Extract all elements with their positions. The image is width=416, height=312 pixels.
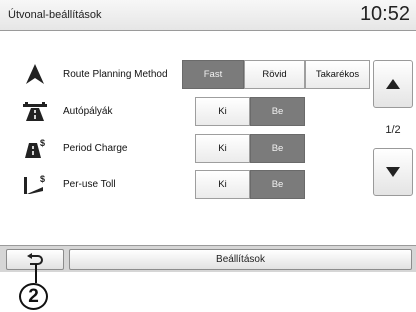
- option-label: Takarékos: [315, 69, 360, 80]
- option-label: Rövid: [262, 69, 287, 80]
- setting-label: Autópályák: [63, 106, 113, 117]
- option-be[interactable]: Be: [250, 134, 305, 163]
- option-label: Ki: [218, 179, 227, 190]
- svg-text:$: $: [40, 138, 45, 148]
- option-label: Ki: [218, 143, 227, 154]
- setting-row-route-planning: Route Planning Method Fast Rövid Takarék…: [0, 60, 370, 89]
- option-label: Fast: [203, 69, 223, 80]
- callout-number: 2: [19, 283, 48, 310]
- option-label: Ki: [218, 106, 227, 117]
- option-label: Be: [271, 143, 284, 154]
- route-arrow-icon: [22, 63, 48, 85]
- clock: 10:52: [359, 3, 410, 25]
- option-takarekos[interactable]: Takarékos: [305, 60, 370, 89]
- option-ki[interactable]: Ki: [195, 97, 250, 126]
- option-ki[interactable]: Ki: [195, 134, 250, 163]
- option-rovid[interactable]: Rövid: [244, 60, 305, 89]
- option-label: Be: [271, 106, 284, 117]
- settings-menu-button[interactable]: Beállítások: [69, 249, 412, 270]
- period-charge-icon: $: [22, 137, 48, 159]
- scroll-up-button[interactable]: [373, 60, 413, 108]
- setting-label: Per-use Toll: [63, 179, 116, 190]
- svg-text:$: $: [40, 174, 45, 184]
- setting-label: Route Planning Method: [63, 69, 168, 80]
- setting-label: Period Charge: [63, 143, 128, 154]
- option-be[interactable]: Be: [250, 170, 305, 199]
- option-be[interactable]: Be: [250, 97, 305, 126]
- motorway-icon: [22, 100, 48, 122]
- page-indicator: 1/2: [385, 124, 401, 136]
- bottom-bar: Beállítások: [0, 245, 416, 272]
- arrow-down-icon: [386, 167, 400, 177]
- page-title: Útvonal-beállítások: [8, 9, 102, 21]
- option-ki[interactable]: Ki: [195, 170, 250, 199]
- navigation-settings-screen: Útvonal-beállítások 10:52 Route Planning…: [0, 0, 416, 272]
- setting-row-period-charge: $ Period Charge Ki Be: [0, 134, 370, 163]
- setting-row-motorways: Autópályák Ki Be: [0, 97, 370, 126]
- header-bar: Útvonal-beállítások 10:52: [0, 0, 416, 31]
- callout-line: [35, 264, 37, 283]
- toll-road-icon: $: [22, 173, 48, 195]
- option-fast[interactable]: Fast: [182, 60, 244, 89]
- scroll-down-button[interactable]: [373, 148, 413, 196]
- setting-row-per-use-toll: $ Per-use Toll Ki Be: [0, 170, 370, 199]
- option-label: Be: [271, 179, 284, 190]
- arrow-up-icon: [386, 79, 400, 89]
